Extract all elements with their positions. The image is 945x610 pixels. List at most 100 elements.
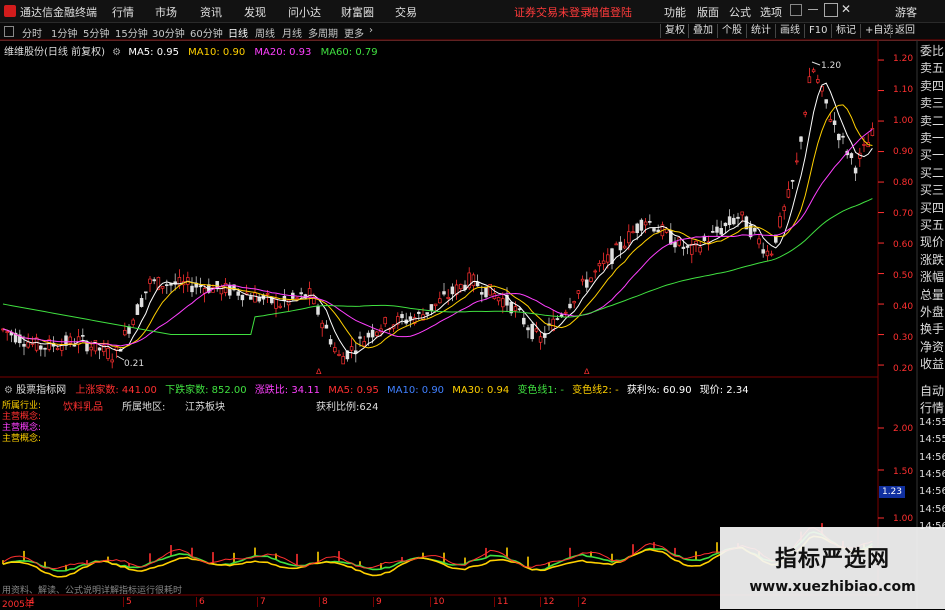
bottom-hint: 用资料、解读、公式说明详解指标运行很耗时 (2, 586, 183, 596)
side-tab2-7[interactable]: 14:56 (919, 504, 945, 515)
side-tab2-6[interactable]: 14:56 (919, 486, 945, 497)
month-tick-6: 10 (430, 597, 444, 607)
kline-chart[interactable]: 1.20 0.21 ᐃ ᐃ (0, 0, 945, 609)
candle-body (639, 219, 644, 231)
candle-body (43, 347, 47, 350)
side-tab2-3[interactable]: 14:55 (919, 434, 945, 445)
side-tab-8[interactable]: 买三 (919, 181, 945, 198)
candle-body (727, 216, 732, 226)
candle-body (555, 318, 560, 320)
ind-line1: 变色线1: - (517, 385, 564, 396)
ind-line2: 变色线2: - (572, 385, 619, 396)
candle-body (534, 328, 539, 332)
legend-concept-3: 主营概念: (2, 434, 42, 444)
side-tab-0[interactable]: 委比 (919, 42, 945, 59)
side-tab2-2[interactable]: 14:55 (919, 417, 945, 428)
candle-body (110, 359, 114, 363)
candle-body (433, 303, 438, 307)
candle-body (513, 306, 518, 311)
candle-body (446, 296, 450, 299)
candle-body (601, 260, 606, 265)
side-tab-15[interactable]: 外盘 (919, 303, 945, 320)
candle-body (614, 243, 618, 246)
candle-body (778, 216, 782, 228)
side-tab2-0[interactable]: 自动 (919, 382, 945, 399)
side-tab2-4[interactable]: 14:56 (919, 452, 945, 463)
ind-bar (254, 547, 256, 556)
candle-body (362, 341, 366, 347)
ind-ytick-1: 2.00 (893, 424, 914, 434)
side-tab2-1[interactable]: 行情 (919, 399, 945, 416)
side-tab-16[interactable]: 换手 (919, 320, 945, 337)
side-tab-9[interactable]: 买四 (919, 199, 945, 216)
candle-body (606, 254, 610, 263)
side-tab-2[interactable]: 卖四 (919, 77, 945, 94)
candle-body (383, 317, 387, 325)
ind-bar (296, 553, 298, 566)
candle-body (249, 296, 253, 300)
candle-body (564, 311, 568, 314)
candle-body (496, 297, 501, 302)
candle-body (559, 314, 564, 317)
candle-body (807, 76, 812, 84)
side-tab-1[interactable]: 卖五 (919, 59, 945, 76)
side-tab2-5[interactable]: 14:56 (919, 469, 945, 480)
candle-body (228, 284, 232, 296)
high-pointer (811, 61, 821, 66)
side-tab-13[interactable]: 涨幅 (919, 268, 945, 285)
month-tick-7: 11 (494, 597, 508, 607)
side-tab-12[interactable]: 涨跌 (919, 251, 945, 268)
side-tab-7[interactable]: 买二 (919, 164, 945, 181)
candle-body (471, 274, 476, 287)
side-tab-4[interactable]: 卖二 (919, 112, 945, 129)
ytick-4: 0.90 (893, 147, 914, 157)
candle-body (690, 243, 694, 255)
candle-body (370, 329, 375, 338)
candle-body (429, 304, 434, 312)
candle-body (5, 331, 9, 333)
candle-body (324, 324, 329, 329)
month-tick-3: 7 (257, 597, 266, 607)
side-tab-5[interactable]: 卖一 (919, 129, 945, 146)
candle-body (765, 250, 770, 257)
candle-body (123, 330, 127, 336)
side-tab-3[interactable]: 卖三 (919, 94, 945, 111)
candle-body (278, 305, 282, 308)
ytick-3: 1.00 (893, 116, 914, 126)
side-tab-14[interactable]: 总量 (919, 286, 945, 303)
candle-body (517, 308, 522, 311)
ind-bar (170, 545, 172, 557)
candle-body (656, 229, 660, 233)
candle-body (501, 298, 505, 308)
month-tick-4: 8 (319, 597, 328, 607)
side-tab-17[interactable]: 净资 (919, 338, 945, 355)
candle-body (34, 337, 39, 351)
candle-body (236, 291, 240, 296)
ind-bar (338, 551, 340, 562)
candle-body (740, 211, 744, 216)
ind-down-count: 下跌家数: 852.00 (165, 385, 247, 396)
ytick-2: 1.10 (893, 85, 914, 95)
candle-body (681, 246, 686, 249)
side-tab-11[interactable]: 现价 (919, 233, 945, 250)
candle-body (286, 299, 291, 306)
indicator-gear-icon[interactable]: ⚙ (4, 385, 13, 396)
watermark-url: www.xuezhibiao.com (749, 579, 916, 595)
side-tab-18[interactable]: 收益 (919, 355, 945, 372)
indicator-name[interactable]: 股票指标网 (16, 385, 66, 396)
y-gridlines (878, 59, 884, 366)
candle-body (484, 286, 488, 298)
candle-body (144, 291, 148, 294)
ind-ma5: MA5: 0.95 (328, 385, 379, 396)
candle-body (736, 216, 740, 219)
candle-body (274, 299, 278, 309)
side-tab-10[interactable]: 买五 (919, 216, 945, 233)
candle-body (337, 354, 341, 356)
candle-body (589, 277, 593, 282)
candle-body (85, 342, 89, 352)
month-tick-0: 4 (26, 597, 35, 607)
candle-body (580, 278, 585, 282)
month-tick-2: 6 (196, 597, 205, 607)
candle-body (769, 253, 774, 256)
side-tab-6[interactable]: 买一 (919, 146, 945, 163)
